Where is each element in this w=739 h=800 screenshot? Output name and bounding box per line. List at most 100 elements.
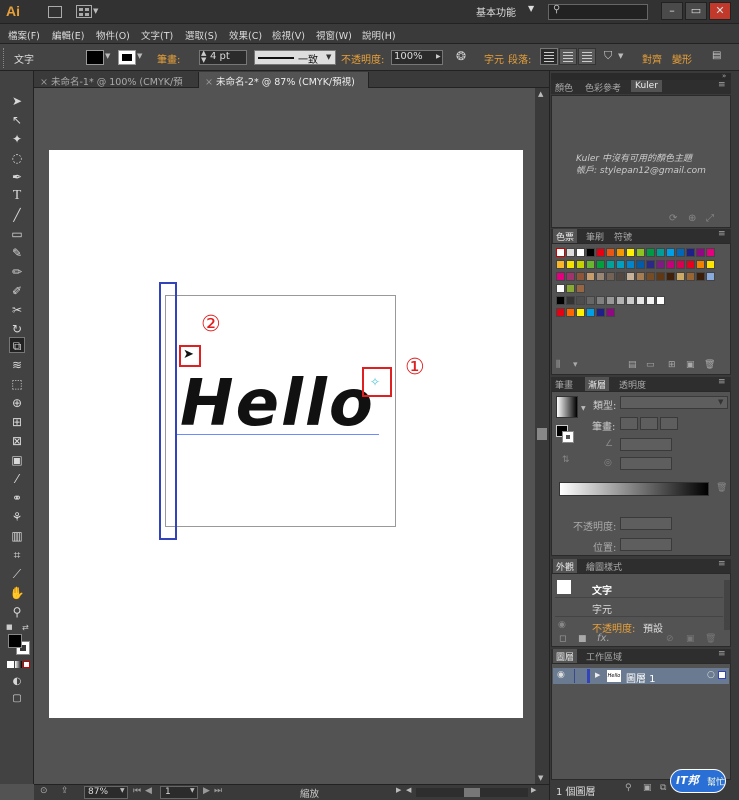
menu-object[interactable]: 物件(O)	[96, 28, 130, 42]
expand-icon[interactable]: ⤢	[706, 213, 714, 224]
column-graph-tool-icon[interactable]: ▥	[9, 528, 25, 544]
workspace-switcher[interactable]: 基本功能	[476, 4, 516, 19]
color-swatch[interactable]	[656, 260, 665, 269]
color-swatch[interactable]	[646, 296, 655, 305]
tab-swatches[interactable]: 色票	[553, 229, 578, 244]
color-swatch[interactable]	[626, 260, 635, 269]
reverse-gradient-icon[interactable]: ⇅	[562, 455, 570, 465]
panel-menu-icon[interactable]: ≡	[718, 559, 726, 569]
arrange-documents-icon[interactable]	[76, 5, 92, 18]
character-link[interactable]: 字元	[484, 51, 504, 66]
menu-view[interactable]: 檢視(V)	[272, 28, 305, 42]
color-swatch[interactable]	[666, 248, 675, 257]
color-swatch[interactable]	[606, 272, 615, 281]
color-swatch[interactable]	[606, 248, 615, 257]
zoom-tool-icon[interactable]: ⚲	[9, 604, 25, 620]
screen-mode-icon[interactable]: ▢	[9, 691, 25, 707]
clear-appearance-icon[interactable]: ⊘	[666, 634, 674, 644]
color-mode-button[interactable]	[7, 661, 14, 668]
paintbrush-tool-icon[interactable]: ✎	[9, 245, 25, 261]
visibility-eye-icon[interactable]: ◉	[558, 620, 566, 630]
color-swatch[interactable]	[576, 296, 585, 305]
hand-tool-icon[interactable]: ✋	[9, 585, 25, 601]
color-swatch[interactable]	[586, 272, 595, 281]
align-center-button[interactable]	[559, 48, 577, 65]
rectangle-tool-icon[interactable]: ▭	[9, 226, 25, 242]
tab-artboards[interactable]: 工作區域	[586, 650, 622, 663]
slice-tool-icon[interactable]: ⟋	[9, 566, 25, 582]
opacity-label[interactable]: 不透明度:	[341, 51, 384, 66]
color-swatch[interactable]	[626, 272, 635, 281]
color-swatch[interactable]	[696, 260, 705, 269]
color-swatch[interactable]	[576, 248, 585, 257]
pencil-tool-icon[interactable]: ✏	[9, 264, 25, 280]
color-swatch[interactable]	[596, 296, 605, 305]
new-swatch-icon[interactable]: ▣	[686, 360, 695, 370]
color-swatch[interactable]	[646, 248, 655, 257]
color-swatch[interactable]	[646, 260, 655, 269]
visibility-eye-icon[interactable]: ◉	[557, 670, 565, 680]
chevron-down-icon[interactable]: ▼	[137, 52, 142, 60]
mesh-tool-icon[interactable]: ⊠	[9, 433, 25, 449]
chevron-down-icon[interactable]: ▼	[618, 52, 623, 60]
tab-graphic-styles[interactable]: 繪圖樣式	[586, 560, 622, 573]
color-swatch[interactable]	[556, 296, 565, 305]
scale-tool-icon[interactable]: ⧉	[9, 337, 25, 353]
color-swatch[interactable]	[656, 248, 665, 257]
tab-kuler[interactable]: Kuler	[631, 80, 662, 92]
tab-color[interactable]: 顏色	[555, 81, 573, 94]
stroke-mode-button-3[interactable]	[660, 417, 678, 430]
color-swatch[interactable]	[636, 272, 645, 281]
color-swatch[interactable]	[596, 308, 605, 317]
horizontal-scroll-thumb[interactable]	[464, 788, 480, 797]
gradient-aspect-field[interactable]	[620, 457, 672, 470]
paragraph-link[interactable]: 段落:	[508, 51, 531, 66]
direct-selection-tool-icon[interactable]: ↖	[9, 112, 25, 128]
collapse-panels-icon[interactable]: »	[722, 72, 726, 80]
chevron-down-icon[interactable]: ▼	[718, 398, 723, 406]
color-swatch[interactable]	[576, 272, 585, 281]
kuler-online-icon[interactable]: ⊕	[688, 213, 696, 224]
help-search-input[interactable]	[548, 4, 648, 20]
gradient-angle-field[interactable]	[620, 438, 672, 451]
close-icon[interactable]: ×	[40, 77, 48, 88]
add-stroke-icon[interactable]: ◻	[559, 634, 566, 644]
new-swatch-icon[interactable]: ⊞	[668, 360, 676, 370]
scroll-up-icon[interactable]: ▲	[538, 90, 543, 98]
swatch-library-icon[interactable]: ⫼	[556, 360, 560, 370]
layer-lock-column[interactable]	[574, 669, 575, 683]
tab-gradient[interactable]: 漸層	[585, 377, 610, 392]
tab-transparency[interactable]: 透明度	[619, 378, 646, 391]
blob-brush-tool-icon[interactable]: ✐	[9, 283, 25, 299]
chevron-right-icon[interactable]: ▶	[436, 53, 441, 60]
tab-stroke[interactable]: 筆畫	[555, 378, 573, 391]
appearance-scrollbar[interactable]	[724, 580, 730, 630]
trash-icon[interactable]: 🗑	[716, 483, 727, 493]
refresh-icon[interactable]: ⟳	[669, 213, 677, 224]
free-transform-tool-icon[interactable]: ⬚	[9, 376, 25, 392]
color-swatch[interactable]	[576, 284, 585, 293]
scrollbar-thumb[interactable]	[537, 428, 547, 440]
trash-icon[interactable]: 🗑	[704, 360, 715, 370]
new-sublayer-icon[interactable]: ⧉	[660, 783, 666, 793]
color-swatch[interactable]	[596, 272, 605, 281]
last-artboard-icon[interactable]: ⏭	[214, 786, 222, 796]
menu-select[interactable]: 選取(S)	[185, 28, 217, 42]
color-swatch[interactable]	[676, 272, 685, 281]
gradient-location-field[interactable]	[620, 538, 672, 551]
fill-color-swatch[interactable]	[86, 50, 104, 65]
color-swatch[interactable]	[656, 296, 665, 305]
color-swatch[interactable]	[556, 272, 565, 281]
menu-effect[interactable]: 效果(C)	[229, 28, 262, 42]
gradient-mode-button[interactable]	[15, 661, 22, 668]
chevron-down-icon[interactable]: ▼	[326, 53, 331, 61]
color-swatch[interactable]	[586, 260, 595, 269]
minimize-button[interactable]: –	[661, 2, 683, 20]
tab-color-guide[interactable]: 色彩參考	[585, 81, 621, 94]
color-swatch[interactable]	[606, 308, 615, 317]
show-kinds-icon[interactable]: ▾	[573, 360, 578, 370]
status-menu-icon[interactable]: ▶	[396, 786, 401, 794]
scroll-down-icon[interactable]: ▼	[538, 774, 543, 782]
first-artboard-icon[interactable]: ⏮	[133, 786, 141, 796]
grip-handle[interactable]	[3, 48, 6, 68]
